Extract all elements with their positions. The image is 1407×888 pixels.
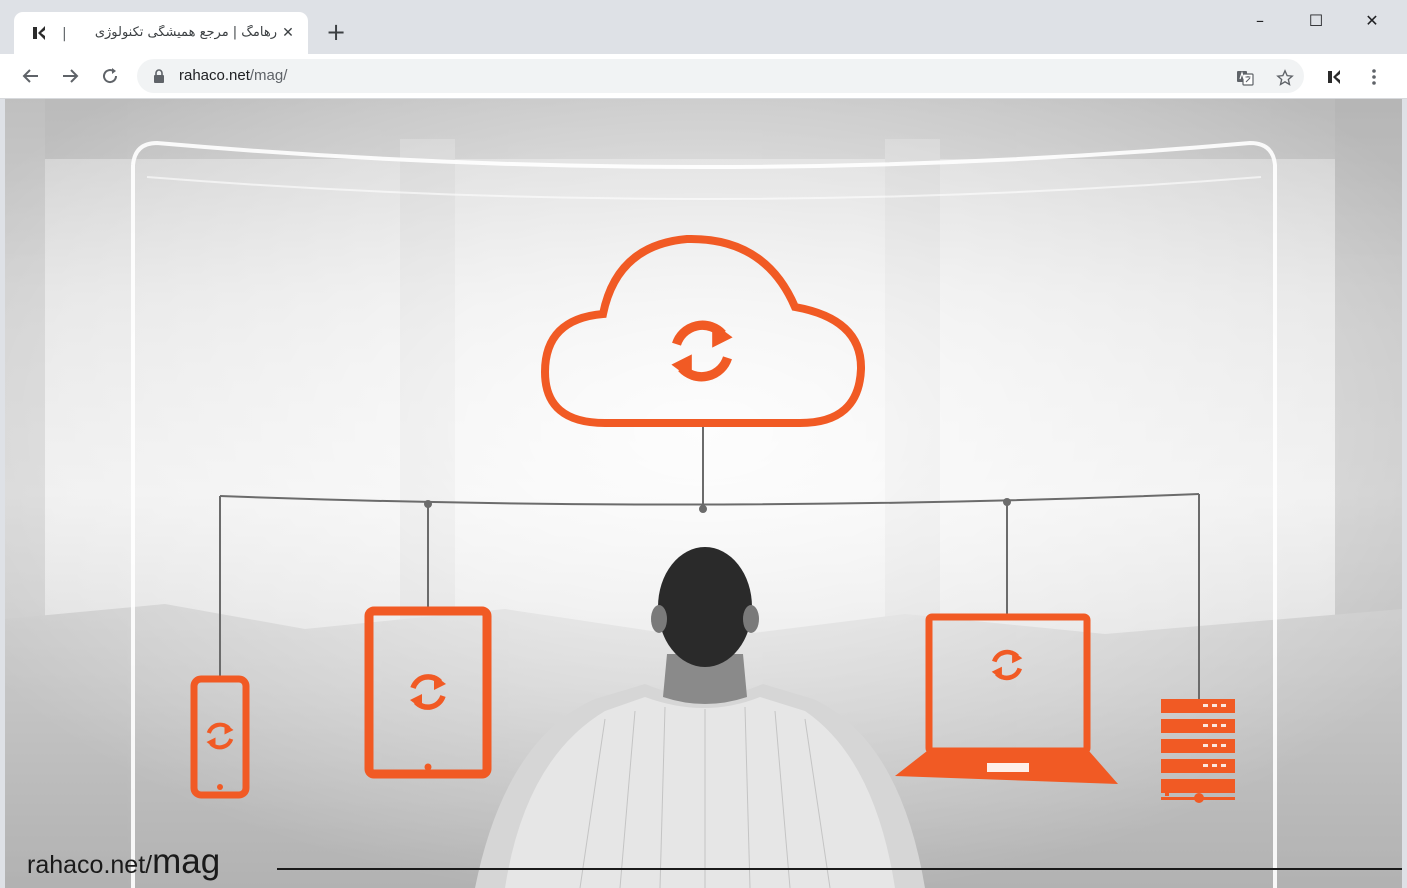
watermark-suffix: mag: [152, 842, 221, 881]
bookmark-star-button[interactable]: [1275, 68, 1295, 88]
forward-icon: [63, 69, 79, 83]
minimize-button[interactable]: –: [1237, 8, 1283, 34]
address-bar[interactable]: rahaco.net/mag/: [137, 59, 1304, 93]
url-path: /mag/: [249, 67, 288, 84]
star-icon: [1276, 69, 1294, 86]
page-hero-image: rahaco.net/mag: [5, 99, 1402, 888]
new-tab-button[interactable]: +: [324, 20, 348, 45]
forward-button[interactable]: [57, 63, 83, 89]
watermark-rule: [277, 868, 1402, 870]
back-icon: [22, 69, 38, 83]
reload-icon: [103, 68, 118, 84]
browser-menu-button[interactable]: [1363, 66, 1385, 88]
lock-icon: [154, 69, 164, 83]
maximize-button[interactable]: ☐: [1293, 8, 1339, 34]
watermark-prefix: rahaco.net/: [27, 851, 153, 879]
menu-icon: [1372, 69, 1376, 85]
cloud-sync-illustration: [5, 99, 1402, 888]
window-close-button[interactable]: ✕: [1349, 8, 1395, 34]
browser-toolbar: rahaco.net/mag/: [0, 54, 1407, 99]
url-text: rahaco.net/mag/: [179, 67, 287, 84]
tab-close-icon[interactable]: ✕: [278, 23, 298, 43]
extension-button[interactable]: [1323, 66, 1345, 88]
url-host: rahaco.net: [179, 67, 250, 84]
tab-title: رهامگ | مرجع همیشگی تکنولوژی: [94, 25, 277, 40]
tab-title-separator: |: [62, 26, 67, 42]
site-watermark: rahaco.net/mag: [27, 842, 220, 882]
translate-button[interactable]: [1235, 68, 1255, 88]
translate-icon: [1237, 71, 1254, 86]
reload-button[interactable]: [97, 63, 123, 89]
browser-tab[interactable]: | رهامگ | مرجع همیشگی تکنولوژی ✕: [14, 12, 308, 54]
rahamag-logo-icon: [33, 26, 45, 40]
tab-strip: | رهامگ | مرجع همیشگی تکنولوژی ✕ + – ☐ ✕: [0, 0, 1407, 54]
back-button[interactable]: [18, 63, 44, 89]
extension-icon: [1328, 70, 1340, 84]
